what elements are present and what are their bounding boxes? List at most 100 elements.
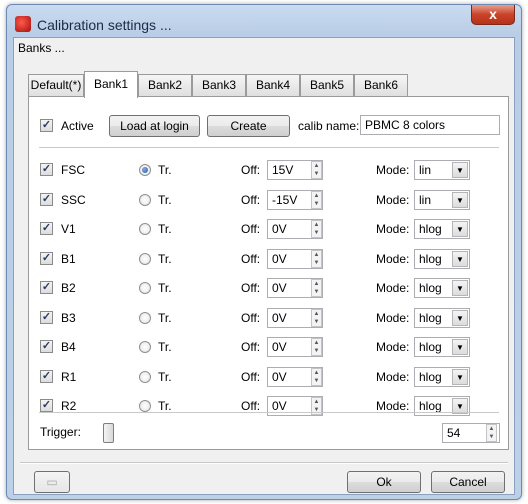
trigger-radio[interactable] [139, 164, 151, 176]
chevron-down-icon[interactable]: ▼ [452, 162, 468, 178]
channel-name: FSC [61, 163, 85, 177]
spin-up-icon[interactable]: ▲ [312, 310, 321, 318]
trigger-slider-track[interactable] [89, 433, 439, 434]
mode-label: Mode: [376, 281, 410, 295]
spin-down-icon[interactable]: ▼ [312, 347, 321, 355]
trigger-radio[interactable] [139, 282, 151, 294]
offset-spinner[interactable]: ▲ ▼ [311, 161, 322, 179]
trigger-radio[interactable] [139, 341, 151, 353]
spin-down-icon[interactable]: ▼ [312, 170, 321, 178]
calib-name-input[interactable]: PBMC 8 colors [360, 115, 500, 135]
spin-down-icon[interactable]: ▼ [312, 259, 321, 267]
offset-spinner[interactable]: ▲ ▼ [311, 279, 322, 297]
channel-enabled-checkbox[interactable]: ✓ [40, 399, 53, 412]
trigger-radio[interactable] [139, 400, 151, 412]
tab-bank2[interactable]: Bank2 [138, 74, 192, 97]
offset-label: Off: [241, 311, 261, 325]
spin-up-icon[interactable]: ▲ [312, 398, 321, 406]
mode-select[interactable]: hlog ▼ [414, 337, 470, 357]
spin-up-icon[interactable]: ▲ [312, 369, 321, 377]
mode-label: Mode: [376, 370, 410, 384]
channel-enabled-checkbox[interactable]: ✓ [40, 281, 53, 294]
disabled-tool-button[interactable]: ▭ [34, 471, 70, 493]
mode-label: Mode: [376, 193, 410, 207]
mode-label: Mode: [376, 340, 410, 354]
banks-group-label: Banks ... [18, 41, 65, 55]
channel-name: B4 [61, 340, 76, 354]
tab-bank1[interactable]: Bank1 [84, 71, 138, 98]
tab-bank5[interactable]: Bank5 [300, 74, 354, 97]
close-button[interactable]: x [471, 5, 515, 25]
spin-down-icon[interactable]: ▼ [312, 288, 321, 296]
offset-spinner[interactable]: ▲ ▼ [311, 309, 322, 327]
channel-enabled-checkbox[interactable]: ✓ [40, 252, 53, 265]
trigger-radio[interactable] [139, 194, 151, 206]
channel-enabled-checkbox[interactable]: ✓ [40, 370, 53, 383]
load-at-login-button[interactable]: Load at login [109, 115, 200, 137]
spin-up-icon[interactable]: ▲ [487, 425, 496, 433]
mode-select[interactable]: hlog ▼ [414, 367, 470, 387]
channel-name: SSC [61, 193, 86, 207]
mode-select[interactable]: hlog ▼ [414, 278, 470, 298]
mode-select[interactable]: hlog ▼ [414, 249, 470, 269]
chevron-down-icon[interactable]: ▼ [452, 221, 468, 237]
spin-up-icon[interactable]: ▲ [312, 339, 321, 347]
app-icon [15, 16, 31, 32]
spin-down-icon[interactable]: ▼ [312, 318, 321, 326]
offset-spinner[interactable]: ▲ ▼ [311, 338, 322, 356]
trigger-divider [39, 412, 499, 413]
mode-select[interactable]: hlog ▼ [414, 219, 470, 239]
spin-up-icon[interactable]: ▲ [312, 162, 321, 170]
spin-down-icon[interactable]: ▼ [487, 433, 496, 441]
tab-bank3[interactable]: Bank3 [192, 74, 246, 97]
chevron-down-icon[interactable]: ▼ [452, 251, 468, 267]
channel-enabled-checkbox[interactable]: ✓ [40, 311, 53, 324]
mode-select[interactable]: hlog ▼ [414, 396, 470, 416]
ok-button[interactable]: Ok [347, 471, 421, 493]
tab-bank4[interactable]: Bank4 [246, 74, 300, 97]
chevron-down-icon[interactable]: ▼ [452, 339, 468, 355]
trigger-radio-label: Tr. [158, 340, 172, 354]
spin-down-icon[interactable]: ▼ [312, 200, 321, 208]
chevron-down-icon[interactable]: ▼ [452, 369, 468, 385]
active-checkbox[interactable]: ✓ [40, 119, 53, 132]
channel-enabled-checkbox[interactable]: ✓ [40, 193, 53, 206]
spin-up-icon[interactable]: ▲ [312, 280, 321, 288]
mode-select[interactable]: lin ▼ [414, 160, 470, 180]
spin-down-icon[interactable]: ▼ [312, 377, 321, 385]
chevron-down-icon[interactable]: ▼ [452, 280, 468, 296]
channel-name: R1 [61, 370, 77, 384]
trigger-radio-label: Tr. [158, 311, 172, 325]
offset-spinner[interactable]: ▲ ▼ [311, 191, 322, 209]
channel-name: B1 [61, 252, 76, 266]
chevron-down-icon[interactable]: ▼ [452, 310, 468, 326]
spin-up-icon[interactable]: ▲ [312, 192, 321, 200]
offset-label: Off: [241, 340, 261, 354]
offset-spinner[interactable]: ▲ ▼ [311, 220, 322, 238]
trigger-slider-thumb[interactable] [103, 423, 114, 443]
offset-spinner[interactable]: ▲ ▼ [311, 368, 322, 386]
cancel-button[interactable]: Cancel [431, 471, 505, 493]
title-bar[interactable]: Calibration settings ... x [7, 5, 521, 39]
trigger-radio[interactable] [139, 371, 151, 383]
mode-select[interactable]: hlog ▼ [414, 308, 470, 328]
offset-label: Off: [241, 399, 261, 413]
spin-up-icon[interactable]: ▲ [312, 221, 321, 229]
mode-select[interactable]: lin ▼ [414, 190, 470, 210]
offset-spinner[interactable]: ▲ ▼ [311, 250, 322, 268]
spin-up-icon[interactable]: ▲ [312, 251, 321, 259]
spin-down-icon[interactable]: ▼ [312, 229, 321, 237]
trigger-radio[interactable] [139, 312, 151, 324]
header-divider [39, 147, 499, 148]
trigger-spinner[interactable]: ▲ ▼ [486, 424, 497, 442]
trigger-radio[interactable] [139, 253, 151, 265]
tab-bank6[interactable]: Bank6 [354, 74, 408, 97]
trigger-radio[interactable] [139, 223, 151, 235]
chevron-down-icon[interactable]: ▼ [452, 192, 468, 208]
channel-enabled-checkbox[interactable]: ✓ [40, 340, 53, 353]
trigger-radio-label: Tr. [158, 399, 172, 413]
tab-default[interactable]: Default(*) [28, 74, 84, 97]
channel-enabled-checkbox[interactable]: ✓ [40, 222, 53, 235]
channel-enabled-checkbox[interactable]: ✓ [40, 163, 53, 176]
create-button[interactable]: Create [207, 115, 290, 137]
